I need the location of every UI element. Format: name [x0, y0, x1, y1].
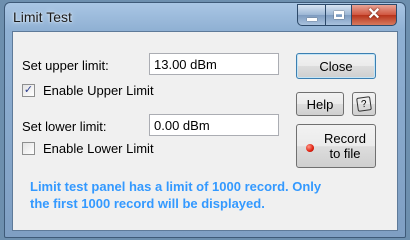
record-limit-note: Limit test panel has a limit of 1000 rec… [30, 179, 322, 211]
dialog-client-area: Set upper limit: 13.00 dBm ✓ Enable Uppe… [12, 31, 398, 231]
enable-upper-limit-checkbox[interactable]: ✓ [22, 84, 35, 97]
minimize-button[interactable] [297, 4, 325, 26]
lower-limit-input[interactable]: 0.00 dBm [149, 114, 279, 136]
enable-lower-limit-checkbox[interactable] [22, 142, 35, 155]
enable-lower-limit-row[interactable]: Enable Lower Limit [22, 141, 154, 156]
close-window-button[interactable]: ✕ [351, 4, 397, 26]
help-button[interactable]: Help [296, 92, 344, 116]
red-led-icon [306, 144, 315, 152]
question-icon: ? [356, 96, 372, 112]
record-label-line2: to file [329, 146, 361, 161]
enable-upper-limit-row[interactable]: ✓ Enable Upper Limit [22, 83, 154, 98]
caption-buttons: ✕ [297, 4, 397, 26]
record-label-line1: Record [324, 131, 366, 146]
upper-limit-input[interactable]: 13.00 dBm [149, 53, 279, 75]
record-button-label: Record to file [324, 131, 366, 161]
limit-test-window: Limit Test ✕ Set upper limit: 13.00 dBm … [4, 2, 406, 238]
minimize-icon [306, 17, 317, 21]
record-button-content: Record to file [306, 131, 366, 161]
upper-limit-label: Set upper limit: [22, 58, 109, 73]
lower-limit-label: Set lower limit: [22, 119, 107, 134]
close-icon: ✕ [367, 6, 381, 23]
enable-lower-limit-label: Enable Lower Limit [43, 141, 154, 156]
title-bar[interactable]: Limit Test ✕ [5, 3, 405, 31]
window-title: Limit Test [13, 9, 72, 25]
maximize-icon [333, 11, 344, 19]
close-button[interactable]: Close [296, 53, 376, 79]
enable-upper-limit-label: Enable Upper Limit [43, 83, 154, 98]
maximize-button[interactable] [325, 4, 351, 26]
record-to-file-button[interactable]: Record to file [296, 124, 376, 168]
context-help-button[interactable]: ? [352, 92, 376, 116]
